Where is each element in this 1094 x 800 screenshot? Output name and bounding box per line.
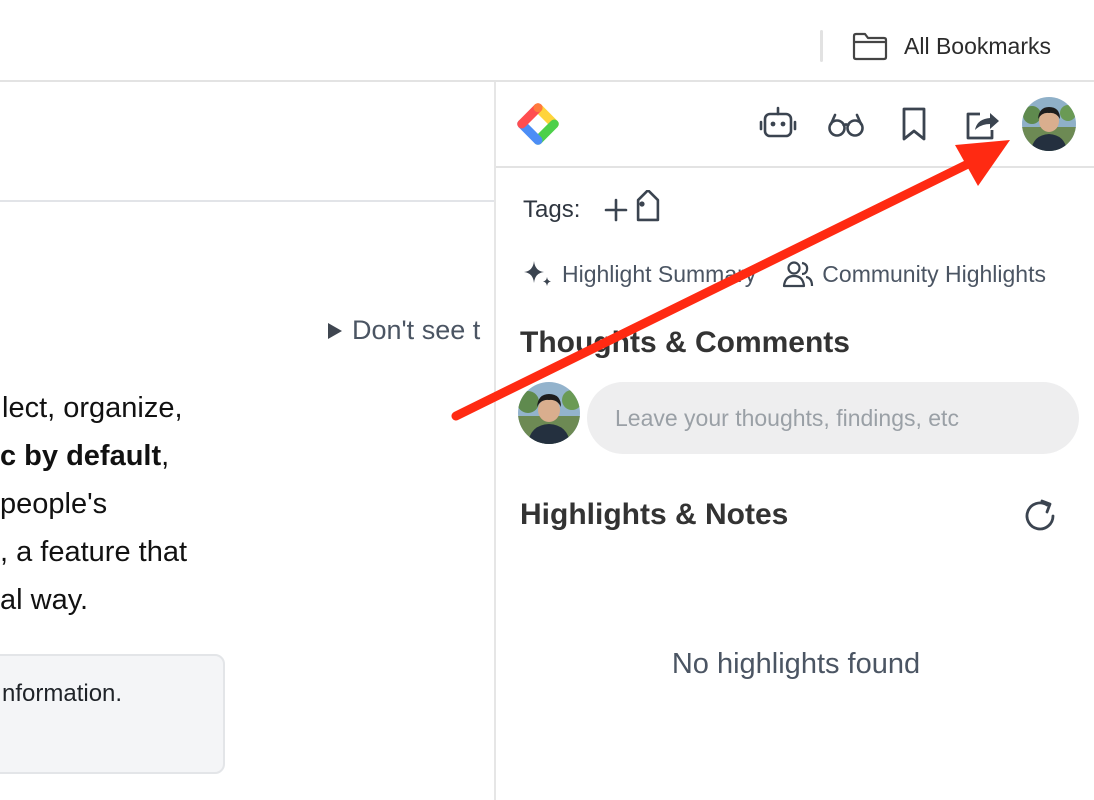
web-page-content: Don't see t lect, organize, c by default…: [0, 82, 494, 800]
extension-side-panel: Tags: Highlight Summary Community Highli…: [494, 82, 1094, 800]
robot-icon: [759, 106, 797, 138]
share-icon: [966, 112, 999, 140]
bookmark-icon: [902, 107, 926, 141]
disclosure-toggle[interactable]: Don't see t: [328, 315, 480, 346]
paragraph-text: people's: [0, 488, 108, 520]
community-highlights-label: Community Highlights: [822, 260, 1046, 287]
commenter-avatar: [518, 382, 580, 444]
folder-icon: [852, 32, 888, 61]
paragraph-bold-text: c by default: [0, 440, 162, 472]
paragraph-line: , a feature that: [0, 528, 494, 576]
comment-input[interactable]: [587, 382, 1079, 454]
panel-header: [496, 82, 1094, 168]
add-tag-button[interactable]: [602, 190, 666, 230]
paragraph-line: lect, organize,: [0, 384, 494, 432]
all-bookmarks-label: All Bookmarks: [904, 32, 1051, 59]
refresh-icon[interactable]: [1020, 496, 1060, 536]
logo-icon[interactable]: [514, 100, 562, 148]
highlight-actions-row: Highlight Summary Community Highlights: [522, 258, 1046, 290]
paragraph-line: c by default,: [0, 432, 494, 480]
paragraph-text: , a feature that: [0, 536, 188, 568]
highlights-section-title: Highlights & Notes: [520, 498, 789, 531]
all-bookmarks-button[interactable]: All Bookmarks: [852, 28, 1051, 64]
sparkle-icon: [524, 261, 551, 286]
page-paragraph: lect, organize, c by default, people's ,…: [0, 384, 494, 624]
community-highlights-button[interactable]: Community Highlights: [782, 258, 1046, 290]
disclosure-triangle-icon: [328, 322, 342, 339]
glasses-icon: [828, 113, 864, 137]
paragraph-line: al way.: [0, 576, 494, 624]
highlight-summary-button[interactable]: Highlight Summary: [522, 258, 756, 290]
disclosure-text: Don't see t: [352, 315, 481, 345]
tags-row: Tags:: [523, 190, 666, 230]
add-tag-icon: [605, 190, 660, 222]
info-callout-box: nformation.: [0, 654, 225, 774]
highlight-summary-label: Highlight Summary: [562, 260, 757, 287]
users-icon: [783, 261, 814, 288]
avatar-photo: [1022, 97, 1076, 151]
paragraph-text: al way.: [0, 584, 89, 616]
reader-mode-button[interactable]: [826, 104, 866, 144]
avatar-photo: [518, 382, 580, 444]
page-divider: [0, 200, 494, 202]
bookmark-button[interactable]: [894, 104, 934, 144]
paragraph-text: ,: [161, 440, 170, 472]
callout-text: nformation.: [2, 680, 123, 707]
user-avatar[interactable]: [1022, 97, 1076, 151]
paragraph-line: people's: [0, 480, 494, 528]
bookmarks-separator: [820, 30, 823, 62]
paragraph-text: lect, organize,: [2, 392, 183, 424]
bookmarks-bar: All Bookmarks: [0, 0, 1094, 82]
tags-label: Tags:: [523, 196, 581, 223]
share-button[interactable]: [962, 104, 1002, 144]
robot-button[interactable]: [758, 104, 798, 144]
empty-state-message: No highlights found: [671, 648, 921, 680]
thoughts-section-title: Thoughts & Comments: [520, 326, 850, 359]
